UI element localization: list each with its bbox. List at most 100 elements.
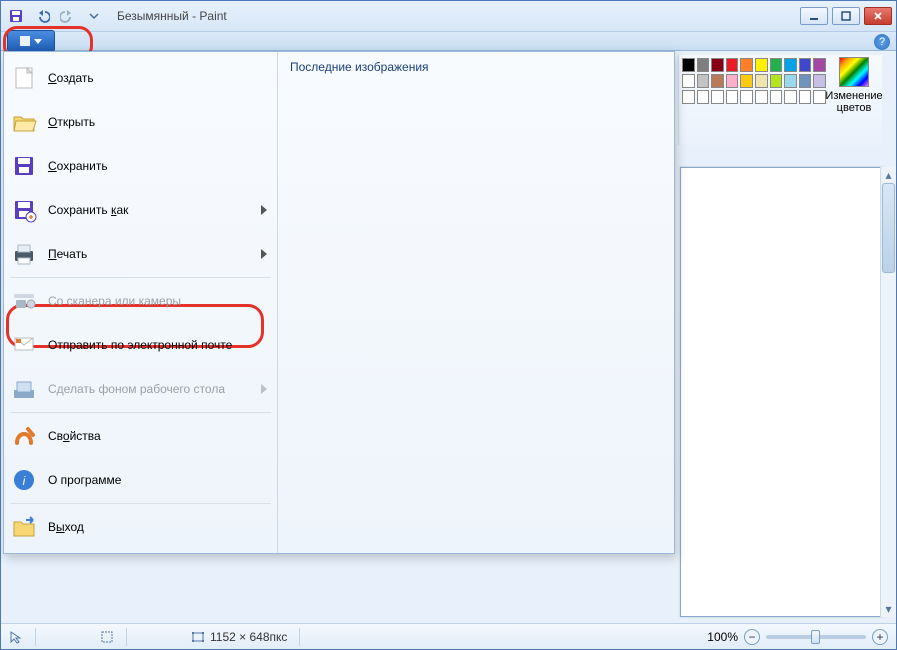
menu-item-properties[interactable]: Свойства: [4, 414, 277, 458]
color-swatch[interactable]: [682, 58, 695, 72]
color-swatch[interactable]: [682, 90, 695, 104]
submenu-arrow-icon: [261, 249, 267, 259]
about-icon: i: [10, 466, 38, 494]
color-swatch[interactable]: [726, 58, 739, 72]
scanner-icon: [10, 287, 38, 315]
color-swatch[interactable]: [697, 58, 710, 72]
color-swatch[interactable]: [726, 90, 739, 104]
color-swatch[interactable]: [711, 58, 724, 72]
color-swatch[interactable]: [740, 58, 753, 72]
color-swatch-grid: [679, 55, 829, 145]
scroll-down-icon[interactable]: ▾: [881, 601, 896, 617]
canvas-size-text: 1152 × 648пкс: [210, 630, 287, 644]
colors-panel: Изменение цветов: [678, 55, 882, 145]
selection-icon: [100, 630, 114, 644]
menu-item-label: Сделать фоном рабочего стола: [48, 382, 255, 396]
color-swatch[interactable]: [755, 74, 768, 88]
cursor-icon: [9, 630, 23, 644]
statusbar: 1152 × 648пкс 100% − +: [1, 623, 896, 649]
menu-item-label: Сохранить: [48, 159, 267, 173]
edit-colors-label: Изменение цветов: [825, 90, 882, 114]
color-swatch[interactable]: [799, 90, 812, 104]
menu-item-label: Отправить по электронной почте: [48, 338, 267, 352]
open-icon: [10, 108, 38, 136]
edit-colors-button[interactable]: Изменение цветов: [829, 55, 879, 145]
color-swatch[interactable]: [799, 58, 812, 72]
color-swatch[interactable]: [755, 90, 768, 104]
menu-item-print[interactable]: Печать: [4, 232, 277, 276]
color-swatch[interactable]: [711, 74, 724, 88]
close-button[interactable]: [864, 7, 892, 25]
color-swatch[interactable]: [799, 74, 812, 88]
file-menu-dropdown: СоздатьОткрыть Сохранить Сохранить как Печа…: [3, 51, 675, 554]
save-icon: [10, 152, 38, 180]
content-area: Изменение цветов ▴ ▾ СоздатьОткрыть Сохра…: [1, 51, 896, 623]
qat-customize-icon[interactable]: [83, 5, 105, 27]
scroll-up-icon[interactable]: ▴: [881, 167, 896, 183]
color-swatch[interactable]: [813, 74, 826, 88]
print-icon: [10, 240, 38, 268]
qat-undo-icon[interactable]: [31, 5, 53, 27]
ribbon-tabs: ?: [1, 31, 896, 51]
spectrum-icon: [839, 57, 869, 87]
color-swatch[interactable]: [784, 74, 797, 88]
color-swatch[interactable]: [697, 74, 710, 88]
zoom-level: 100%: [707, 630, 738, 644]
zoom-in-button[interactable]: +: [872, 629, 888, 645]
menu-item-exit[interactable]: Выход: [4, 505, 277, 549]
menu-item-wallpaper: Сделать фоном рабочего стола: [4, 367, 277, 411]
menu-item-email[interactable]: Отправить по электронной почте: [4, 323, 277, 367]
recent-images-panel: Последние изображения: [278, 52, 674, 553]
help-button[interactable]: ?: [874, 34, 890, 50]
window-title: Безымянный - Paint: [117, 9, 227, 23]
selection-size: [100, 630, 114, 644]
zoom-slider-thumb[interactable]: [811, 630, 820, 644]
menu-item-label: Сохранить как: [48, 203, 255, 217]
menu-item-scanner: Со сканера или камеры: [4, 279, 277, 323]
menu-item-label: О программе: [48, 473, 267, 487]
qat-save-icon[interactable]: [5, 5, 27, 27]
menu-item-label: Свойства: [48, 429, 267, 443]
color-swatch[interactable]: [726, 74, 739, 88]
submenu-arrow-icon: [261, 205, 267, 215]
submenu-arrow-icon: [261, 384, 267, 394]
color-swatch[interactable]: [711, 90, 724, 104]
canvas[interactable]: [680, 167, 884, 617]
color-swatch[interactable]: [770, 58, 783, 72]
canvas-size-icon: [191, 630, 205, 644]
email-icon: [10, 331, 38, 359]
color-swatch[interactable]: [740, 90, 753, 104]
qat-redo-icon[interactable]: [57, 5, 79, 27]
file-menu-items: СоздатьОткрыть Сохранить Сохранить как Печа…: [4, 52, 278, 553]
file-menu-button[interactable]: [7, 30, 55, 52]
menu-item-about[interactable]: i О программе: [4, 458, 277, 502]
maximize-button[interactable]: [832, 7, 860, 25]
color-swatch[interactable]: [740, 74, 753, 88]
vertical-scrollbar[interactable]: ▴ ▾: [880, 167, 896, 617]
paint-window: Безымянный - Paint ? Изменение цветов ▴ …: [0, 0, 897, 650]
cursor-position: [9, 630, 23, 644]
canvas-size: 1152 × 648пкс: [191, 630, 287, 644]
scroll-thumb[interactable]: [882, 183, 895, 273]
zoom-slider[interactable]: [766, 635, 866, 639]
menu-item-new[interactable]: Создать: [4, 56, 277, 100]
minimize-button[interactable]: [800, 7, 828, 25]
zoom-out-button[interactable]: −: [744, 629, 760, 645]
color-swatch[interactable]: [770, 74, 783, 88]
menu-item-save[interactable]: Сохранить: [4, 144, 277, 188]
color-swatch[interactable]: [697, 90, 710, 104]
menu-item-open[interactable]: Открыть: [4, 100, 277, 144]
color-swatch[interactable]: [682, 74, 695, 88]
color-swatch[interactable]: [784, 90, 797, 104]
color-swatch[interactable]: [813, 58, 826, 72]
titlebar: Безымянный - Paint: [1, 1, 896, 31]
menu-separator: [10, 277, 271, 278]
color-swatch[interactable]: [784, 58, 797, 72]
color-swatch[interactable]: [770, 90, 783, 104]
menu-item-saveas[interactable]: Сохранить как: [4, 188, 277, 232]
color-swatch[interactable]: [813, 90, 826, 104]
saveas-icon: [10, 196, 38, 224]
menu-item-label: Со сканера или камеры: [48, 294, 267, 308]
color-swatch[interactable]: [755, 58, 768, 72]
menu-item-label: Печать: [48, 247, 255, 261]
